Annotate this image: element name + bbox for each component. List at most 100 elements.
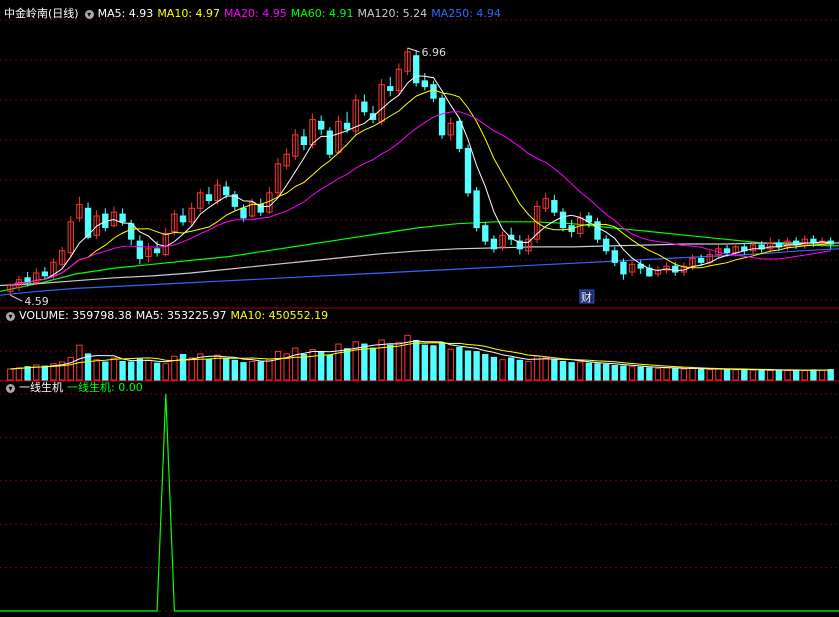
volume-bar bbox=[369, 347, 377, 381]
volume-bar bbox=[732, 369, 739, 381]
volume-bar bbox=[84, 353, 92, 381]
candle-body bbox=[482, 225, 489, 242]
volume-title: VOLUME: 359798.38 bbox=[19, 309, 132, 322]
volume-bar bbox=[153, 362, 161, 381]
header_main-item: MA250: 4.94 bbox=[431, 7, 501, 20]
ma120-line bbox=[0, 242, 839, 287]
volume-bar bbox=[292, 347, 299, 381]
candle-body bbox=[318, 120, 325, 130]
volume-bar bbox=[663, 367, 670, 381]
volume-bar bbox=[413, 340, 420, 381]
volume-bar bbox=[741, 369, 748, 381]
candle-body bbox=[672, 265, 679, 273]
volume-header: ▾ VOLUME: 359798.38 MA5: 353225.97 MA10: 45… bbox=[4, 309, 336, 323]
volume-bar bbox=[672, 367, 679, 381]
volume-bar bbox=[680, 368, 688, 381]
volume-bar bbox=[568, 362, 575, 381]
volume-bar bbox=[171, 355, 178, 381]
low-label: 4.59 bbox=[24, 295, 49, 308]
volume-bar bbox=[300, 353, 308, 381]
volume-bar bbox=[387, 344, 394, 381]
volume-bar bbox=[525, 360, 532, 381]
indicator-header: ▾ 一线生机 一线生机: 0.00 bbox=[4, 381, 151, 395]
header_volume-item: MA10: 450552.19 bbox=[230, 309, 329, 322]
candle-body bbox=[240, 207, 247, 219]
volume-bar bbox=[309, 349, 316, 381]
volume-bar bbox=[421, 344, 428, 381]
candle-body bbox=[551, 200, 558, 213]
indicator-settings-circle-icon[interactable]: ▾ bbox=[6, 383, 15, 393]
candle-body bbox=[41, 271, 49, 277]
volume-bar bbox=[93, 359, 100, 381]
volume-settings-circle-icon[interactable]: ▾ bbox=[6, 311, 15, 321]
volume-bar bbox=[326, 354, 334, 381]
volume-bar bbox=[551, 359, 558, 381]
volume-bar bbox=[602, 363, 610, 381]
volume-bar bbox=[577, 361, 584, 381]
header_main-item: MA5: 4.93 bbox=[97, 7, 154, 20]
volume-bar bbox=[620, 365, 627, 381]
volume-bar bbox=[611, 365, 618, 381]
candle-body bbox=[620, 261, 627, 275]
indicator-polyline bbox=[0, 393, 839, 612]
candle-body bbox=[361, 101, 368, 113]
long-moving-averages bbox=[0, 221, 839, 296]
volume-bar bbox=[801, 369, 808, 381]
header_main-item: MA60: 4.91 bbox=[290, 7, 354, 20]
volume-bar bbox=[145, 359, 152, 381]
volume-bar bbox=[723, 369, 731, 381]
candle-body bbox=[153, 248, 161, 254]
volume-bar bbox=[827, 369, 834, 381]
volume-bar bbox=[767, 369, 774, 381]
volume-bar bbox=[810, 369, 817, 381]
volume-bar bbox=[447, 348, 454, 381]
header_main-item: MA20: 4.95 bbox=[224, 7, 287, 20]
candle-body bbox=[387, 86, 394, 91]
candle-body bbox=[119, 213, 126, 223]
volume-bar bbox=[205, 358, 213, 381]
header_indicator-item: 一线生机: 0.00 bbox=[67, 381, 143, 394]
candle-body bbox=[223, 186, 230, 196]
volume-bar bbox=[516, 359, 523, 381]
header_volume-item: MA5: 353225.97 bbox=[135, 309, 227, 322]
ma20-line bbox=[10, 111, 831, 286]
volume-bar bbox=[223, 358, 230, 381]
volume-bar bbox=[430, 345, 437, 381]
volume-bar bbox=[395, 341, 403, 381]
volume-bar bbox=[456, 347, 463, 381]
volume-bar bbox=[41, 365, 49, 381]
volume-bar bbox=[24, 366, 31, 381]
candle-body bbox=[421, 80, 428, 88]
candle-body bbox=[490, 238, 498, 250]
volume-bar bbox=[110, 357, 118, 381]
candle-body bbox=[697, 257, 705, 263]
volume-bars bbox=[7, 334, 834, 381]
high-label: 6.96 bbox=[422, 46, 447, 59]
volume-bar bbox=[266, 358, 273, 381]
candle-body bbox=[128, 223, 135, 240]
volume-bar bbox=[594, 363, 601, 381]
volume-bar bbox=[697, 368, 705, 381]
volume-bar bbox=[646, 367, 653, 381]
volume-bar bbox=[464, 350, 472, 381]
volume-bar bbox=[473, 351, 480, 381]
volume-bar bbox=[715, 368, 722, 381]
volume-bar bbox=[689, 367, 696, 381]
volume-bar bbox=[654, 367, 662, 381]
volume-bar bbox=[482, 353, 489, 381]
volume-bar bbox=[231, 359, 239, 381]
volume-bar bbox=[628, 366, 636, 381]
chart-title: 中金岭南(日线) bbox=[4, 7, 79, 20]
volume-bar bbox=[706, 369, 713, 381]
candle-body bbox=[602, 238, 610, 252]
volume-bar bbox=[507, 357, 515, 381]
volume-bar bbox=[818, 369, 826, 381]
settings-circle-icon[interactable]: ▾ bbox=[84, 9, 94, 19]
candle-body bbox=[343, 122, 351, 130]
volume-bar bbox=[559, 360, 567, 381]
volume-bar bbox=[758, 369, 765, 381]
volume-bar bbox=[775, 369, 783, 381]
candle-body bbox=[326, 130, 334, 155]
volume-bar bbox=[499, 359, 506, 381]
main-chart-header: 中金岭南(日线) ▾ MA5: 4.93 MA10: 4.97 MA20: 4.95 MA… bbox=[4, 7, 509, 21]
